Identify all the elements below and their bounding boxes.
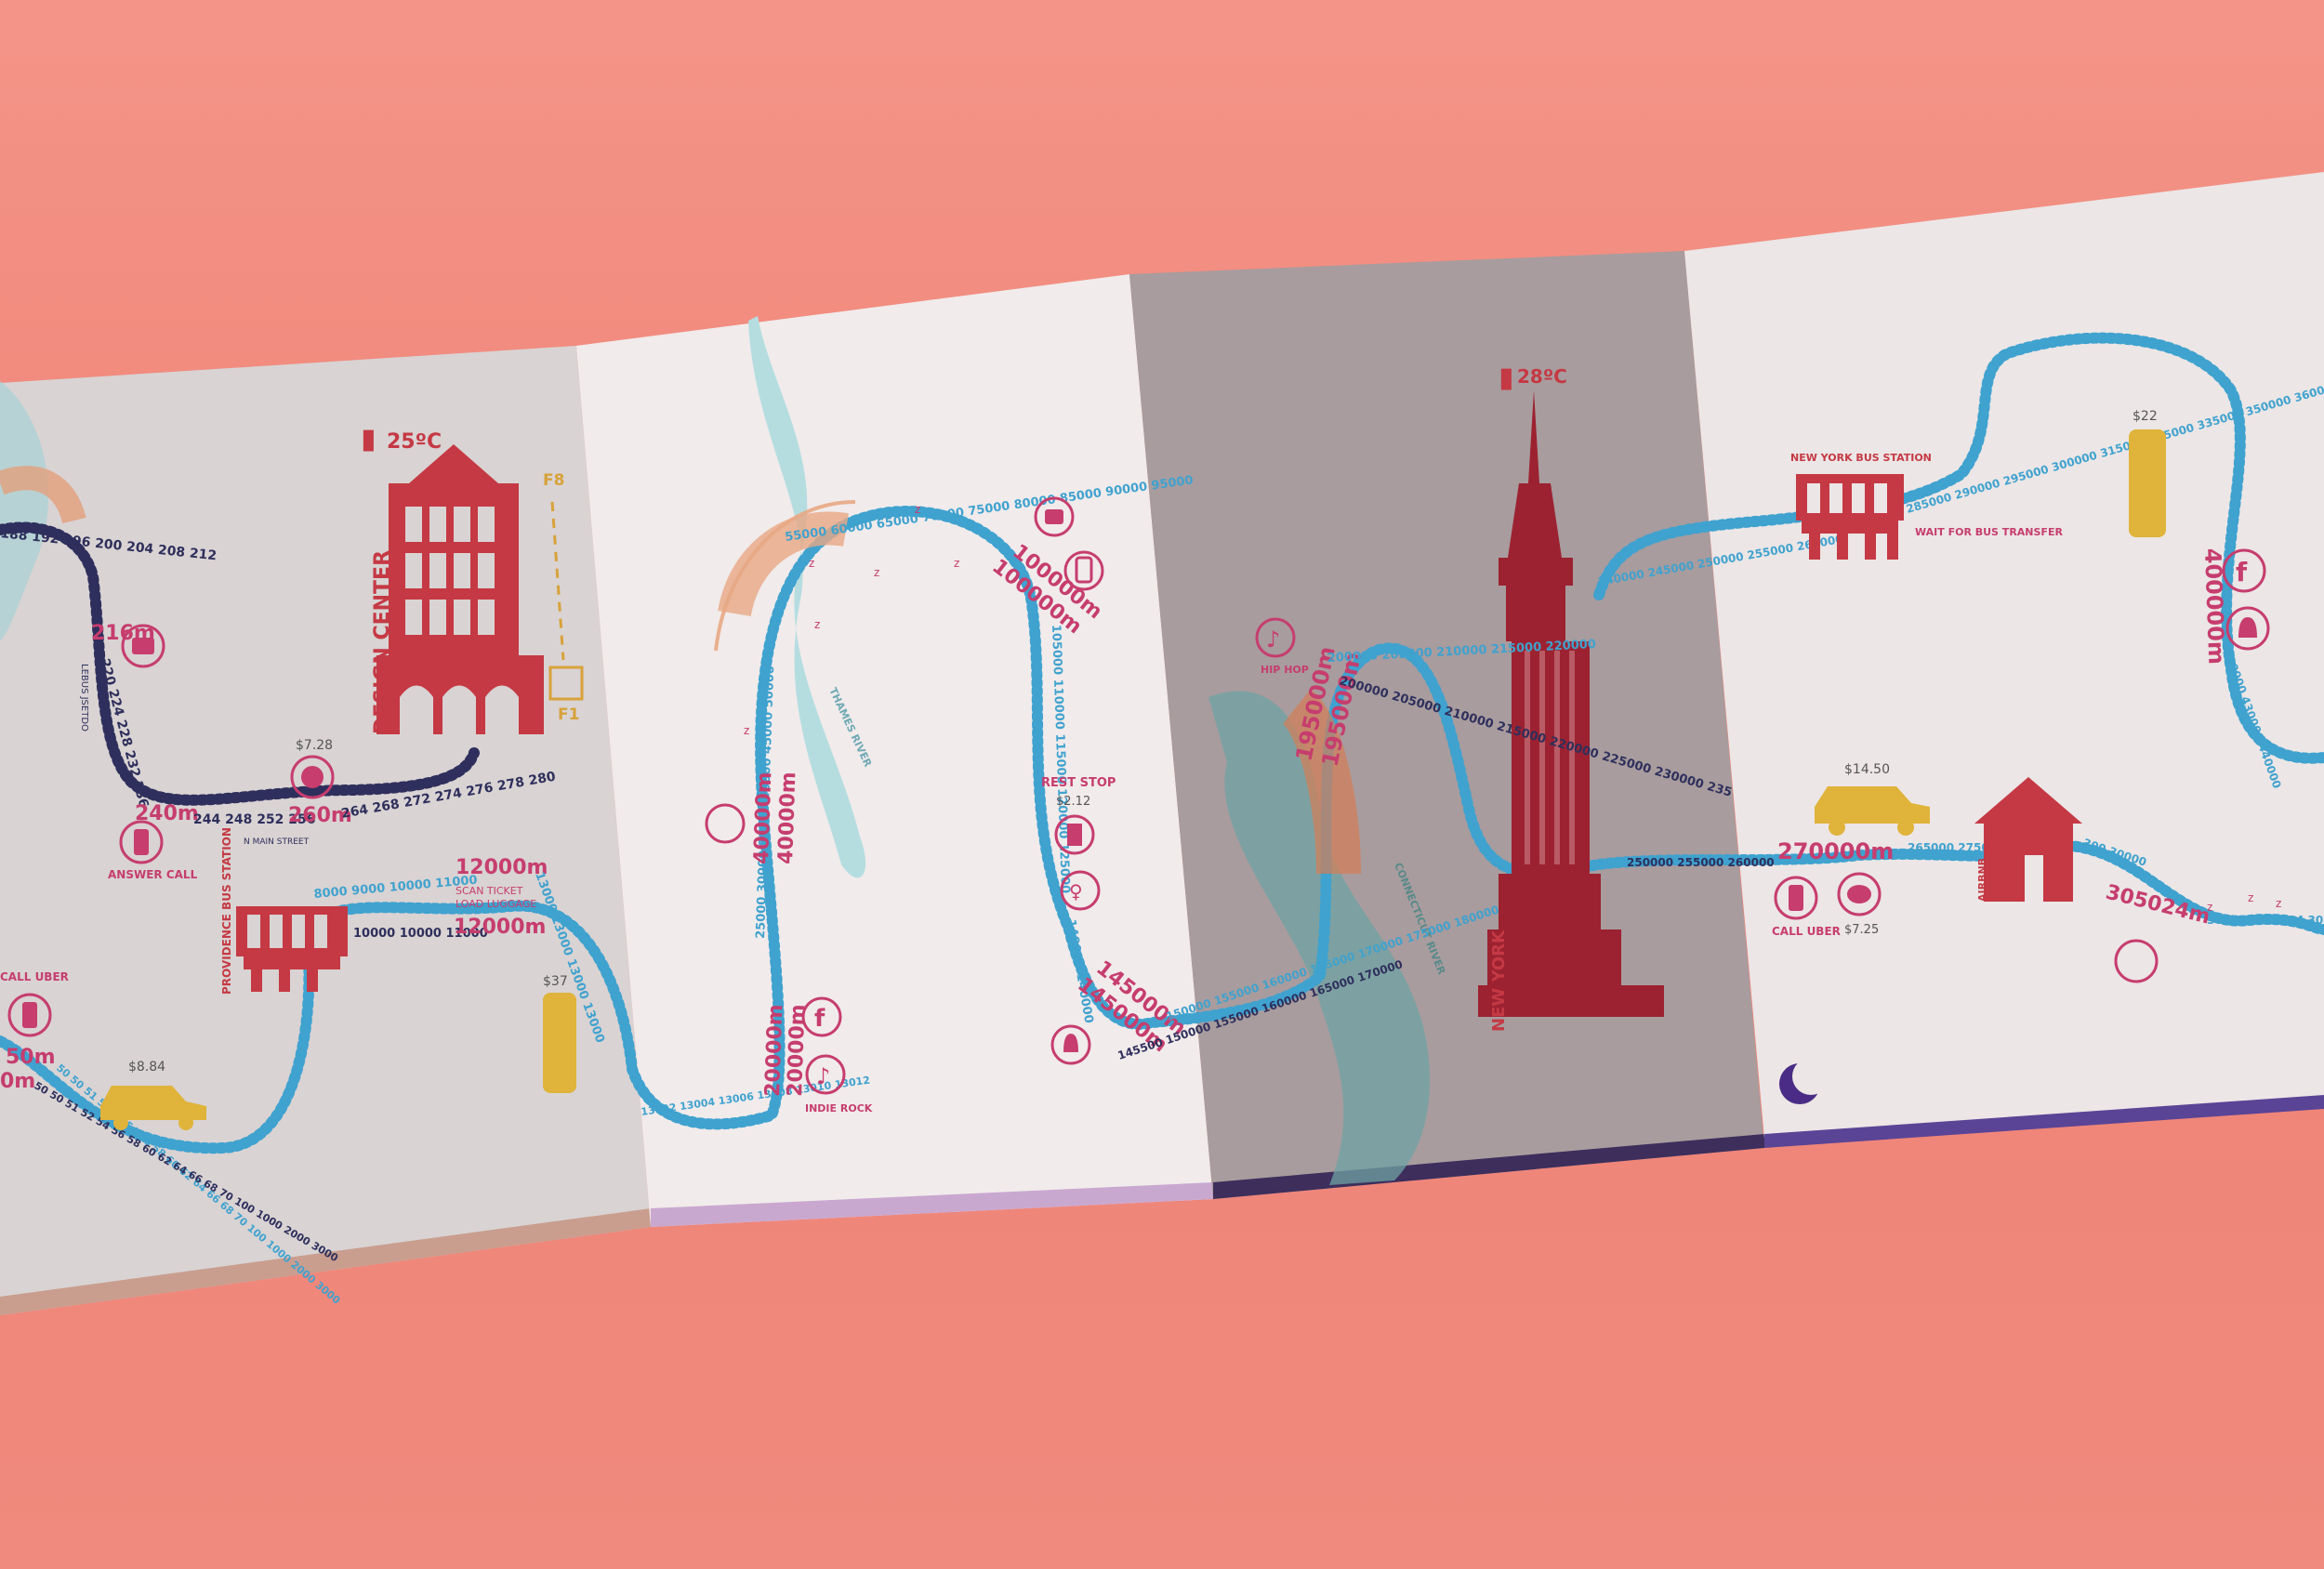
music-icon-2-glyph: ♪: [1266, 626, 1280, 653]
call-uber-label: CALL UBER: [0, 970, 69, 983]
side-note: LEBUS JSETDO: [79, 664, 89, 732]
sleep-z-6: z: [814, 618, 820, 631]
floor-bottom-label: F1: [558, 705, 579, 724]
temperature-label-2: 28ºC: [1517, 365, 1567, 388]
new-york-bus-station-label: NEW YORK BUS STATION: [1790, 452, 1932, 464]
answer-call-label: ANSWER CALL: [108, 868, 198, 881]
camera-icon-body: [132, 638, 154, 654]
sleep-z-5: z: [915, 503, 920, 516]
hip-hop-label: HIP HOP: [1261, 664, 1309, 676]
sleep-z-1: z: [744, 724, 749, 737]
street-label: N MAIN STREET: [244, 837, 310, 847]
sleep-z-3: z: [874, 566, 879, 579]
design-center-label: DESIGN CENTER: [371, 550, 394, 734]
phone-icon-body: [134, 829, 149, 855]
distance-40000a: 40000m: [750, 771, 776, 864]
temperature-label: 25ºC: [387, 430, 442, 454]
sleep-z-7: z: [2207, 901, 2212, 914]
facebook-icon-glyph: f: [814, 1005, 825, 1033]
price-palette: $7.28: [296, 738, 333, 753]
distance-270000: 270000m: [1777, 838, 1894, 864]
restroom-icon-glyph: ♀: [1069, 880, 1083, 903]
palette-icon-fill: [301, 766, 324, 788]
distance-50a: 50m: [6, 1046, 56, 1069]
call-uber-label-2: CALL UBER: [1772, 925, 1841, 938]
distance-12000b: 12000m: [454, 916, 546, 939]
price-bus-2: $22: [2133, 409, 2158, 424]
price-taxi: $8.84: [128, 1060, 165, 1075]
bus-icon-2: [2129, 429, 2166, 537]
music-icon-glyph: ♪: [816, 1063, 830, 1089]
scan-ticket-label: SCAN TICKET: [456, 885, 523, 897]
coffee-icon-body: [1067, 824, 1082, 846]
distance-20000b: 20000m: [784, 1004, 810, 1097]
wait-transfer-label: WAIT FOR BUS TRANSFER: [1915, 526, 2063, 538]
facebook-icon-2-glyph: f: [2236, 557, 2248, 587]
phone-icon-2-body: [22, 1002, 37, 1028]
price-bus: $37: [543, 974, 568, 989]
load-luggage-label: LOAD LUGGAGE: [456, 898, 536, 910]
sleep-z-9: z: [2276, 897, 2281, 910]
price-taxi-2: $14.50: [1844, 762, 1890, 777]
moon-icon-cutout: [1792, 1058, 1829, 1095]
burger-icon-body: [1847, 885, 1871, 903]
phone-icon-3-body: [1789, 885, 1803, 911]
airbnb-label: AIRBNB: [1976, 858, 1988, 902]
providence-bus-station-label: PROVIDENCE BUS STATION: [220, 827, 233, 995]
floor-top-label: F8: [543, 471, 564, 490]
thermometer-icon: ▮: [361, 423, 376, 455]
distance-seq-305024: 305024 305024 30502: [2207, 914, 2324, 927]
price-coffee: $2.12: [1056, 795, 1090, 809]
distance-40000b: 40000m: [774, 771, 800, 864]
sleep-z-8: z: [2248, 891, 2253, 904]
panel-2: [576, 274, 1213, 1227]
new-york-label: NEW YORK: [1489, 930, 1509, 1032]
sleep-z-4: z: [954, 557, 959, 570]
bus-icon: [543, 993, 576, 1093]
distance-seq-p3-255000: 250000 255000 260000: [1627, 856, 1775, 869]
design-center-building: [376, 444, 544, 734]
indie-rock-label: INDIE ROCK: [805, 1102, 873, 1114]
sleep-z-2: z: [809, 557, 814, 570]
brochure-scene: ▮ 25ºC DESIGN CENTER F8 F1 188 192 196 2…: [0, 0, 2324, 1569]
rest-stop-label: REST STOP: [1041, 776, 1116, 790]
panel-1: [0, 346, 651, 1315]
camera-icon-2-body: [1045, 509, 1063, 524]
thermometer-icon-2: ▮: [1499, 362, 1514, 394]
price-food: $7.25: [1844, 923, 1879, 937]
distance-50b: 0m: [0, 1070, 35, 1093]
